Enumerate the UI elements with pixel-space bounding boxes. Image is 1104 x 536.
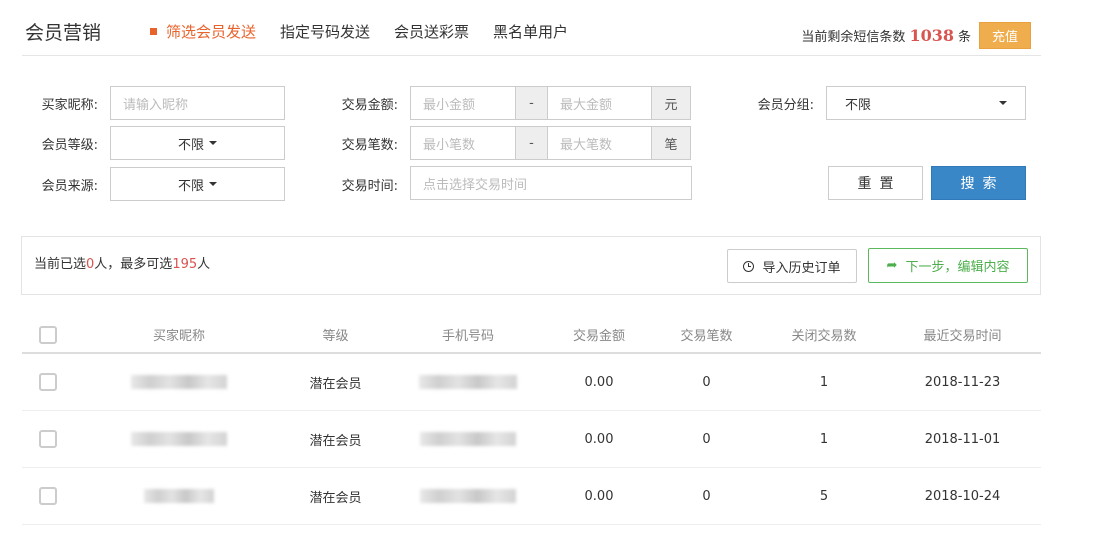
closed-cell: 5 — [819, 488, 829, 504]
count-min-input[interactable]: 最小笔数 — [410, 126, 516, 160]
row-checkbox-cell — [22, 487, 74, 505]
time-picker-input[interactable]: 点击选择交易时间 — [410, 166, 692, 200]
table-row: 潜在会员 0.00 0 5 2018-10-24 — [22, 468, 1041, 525]
tab-blacklist[interactable]: 黑名单用户 — [493, 21, 568, 42]
import-history-button[interactable]: 导入历史订单 — [727, 249, 857, 283]
chevron-down-icon — [999, 101, 1007, 105]
closed-cell: 1 — [819, 374, 829, 390]
level-select[interactable]: 不限 — [110, 126, 285, 160]
reset-button[interactable]: 重置 — [828, 166, 923, 200]
amount-label: 交易金额: — [341, 98, 398, 113]
sms-balance: 当前剩余短信条数 1038 条 充值 — [801, 22, 1031, 49]
source-select[interactable]: 不限 — [110, 167, 285, 201]
amount-max-input[interactable]: 最大金额 — [547, 86, 652, 120]
count-label: 交易笔数: — [341, 138, 398, 153]
group-select-value: 不限 — [845, 97, 872, 113]
chevron-down-icon — [209, 141, 217, 145]
time-label: 交易时间: — [341, 179, 398, 194]
tab-lottery-gift[interactable]: 会员送彩票 — [394, 21, 469, 42]
page-title: 会员营销 — [25, 22, 102, 44]
blurred-nickname — [131, 432, 227, 446]
recharge-button[interactable]: 充值 — [978, 22, 1031, 49]
col-amount: 交易金额 — [572, 329, 625, 344]
count-separator: - — [515, 126, 548, 160]
nickname-cell — [74, 432, 284, 447]
selection-suffix: 人 — [197, 257, 211, 272]
level-cell: 潜在会员 — [309, 376, 362, 392]
clock-icon — [743, 260, 755, 272]
blurred-phone — [419, 375, 517, 389]
blurred-nickname — [144, 489, 214, 503]
import-history-label: 导入历史订单 — [762, 260, 841, 276]
member-table: 买家昵称 等级 手机号码 交易金额 交易笔数 关闭交易数 最近交易时间 潜在会员… — [22, 317, 1041, 525]
last-time-cell: 2018-11-01 — [924, 431, 1001, 447]
amount-separator: - — [515, 86, 548, 120]
nickname-input[interactable]: 请输入昵称 — [110, 86, 285, 120]
count-max-input[interactable]: 最大笔数 — [547, 126, 652, 160]
amount-cell: 0.00 — [584, 488, 614, 504]
sms-suffix: 条 — [957, 30, 971, 45]
blurred-phone — [420, 489, 516, 503]
amount-cell: 0.00 — [584, 431, 614, 447]
row-checkbox[interactable] — [39, 373, 57, 391]
selection-summary: 当前已选0人，最多可选195人 — [34, 253, 210, 272]
search-button[interactable]: 搜索 — [931, 166, 1026, 200]
last-time-cell: 2018-10-24 — [924, 488, 1001, 504]
chevron-down-icon — [209, 182, 217, 186]
source-select-value: 不限 — [177, 178, 204, 194]
amount-min-input[interactable]: 最小金额 — [410, 86, 516, 120]
level-cell: 潜在会员 — [309, 490, 362, 506]
count-cell: 0 — [702, 488, 711, 504]
nickname-cell — [74, 489, 284, 504]
table-row: 潜在会员 0.00 0 1 2018-11-23 — [22, 354, 1041, 411]
col-closed: 关闭交易数 — [791, 329, 857, 344]
count-cell: 0 — [702, 431, 711, 447]
nickname-label: 买家昵称: — [41, 98, 98, 113]
tab-specified-number-send[interactable]: 指定号码发送 — [280, 21, 370, 42]
row-checkbox[interactable] — [39, 487, 57, 505]
level-cell: 潜在会员 — [309, 433, 362, 449]
phone-cell — [387, 489, 549, 504]
share-arrow-icon: ➦ — [886, 258, 898, 273]
col-count: 交易笔数 — [680, 329, 733, 344]
blurred-phone — [420, 432, 516, 446]
row-checkbox[interactable] — [39, 430, 57, 448]
sms-count: 1038 — [909, 26, 954, 45]
selection-panel: 当前已选0人，最多可选195人 导入历史订单 ➦ 下一步，编辑内容 — [21, 236, 1041, 295]
closed-cell: 1 — [819, 431, 829, 447]
col-level: 等级 — [322, 329, 349, 344]
row-checkbox-cell — [22, 430, 74, 448]
next-step-button[interactable]: ➦ 下一步，编辑内容 — [868, 248, 1028, 283]
col-nickname: 买家昵称 — [152, 329, 205, 344]
group-select[interactable]: 不限 — [826, 86, 1026, 120]
col-last-time: 最近交易时间 — [923, 329, 1002, 344]
table-row: 潜在会员 0.00 0 1 2018-11-01 — [22, 411, 1041, 468]
amount-unit: 元 — [651, 86, 691, 120]
sms-prefix: 当前剩余短信条数 — [801, 30, 906, 45]
phone-cell — [387, 432, 549, 447]
phone-cell — [387, 375, 549, 390]
level-select-value: 不限 — [177, 137, 204, 153]
table-header: 买家昵称 等级 手机号码 交易金额 交易笔数 关闭交易数 最近交易时间 — [22, 317, 1041, 354]
blurred-nickname — [131, 375, 227, 389]
page-header: 会员营销 筛选会员发送 指定号码发送 会员送彩票 黑名单用户 当前剩余短信条数 … — [22, 0, 1041, 56]
group-label: 会员分组: — [757, 98, 814, 113]
nickname-cell — [74, 375, 284, 390]
row-checkbox-cell — [22, 373, 74, 391]
select-all-checkbox[interactable] — [39, 325, 57, 344]
last-time-cell: 2018-11-23 — [924, 374, 1001, 390]
count-cell: 0 — [702, 374, 711, 390]
nav-tabs: 筛选会员发送 指定号码发送 会员送彩票 黑名单用户 — [150, 21, 592, 42]
col-phone: 手机号码 — [441, 329, 494, 344]
source-label: 会员来源: — [41, 179, 98, 194]
max-count: 195 — [172, 257, 198, 272]
level-label: 会员等级: — [41, 138, 98, 153]
next-step-label: 下一步，编辑内容 — [905, 260, 1010, 275]
selection-prefix: 当前已选 — [34, 257, 87, 272]
tab-filter-send[interactable]: 筛选会员发送 — [150, 21, 256, 42]
selection-middle: 人，最多可选 — [94, 257, 173, 272]
amount-cell: 0.00 — [584, 374, 614, 390]
count-unit: 笔 — [651, 126, 691, 160]
header-checkbox-cell — [22, 325, 74, 344]
